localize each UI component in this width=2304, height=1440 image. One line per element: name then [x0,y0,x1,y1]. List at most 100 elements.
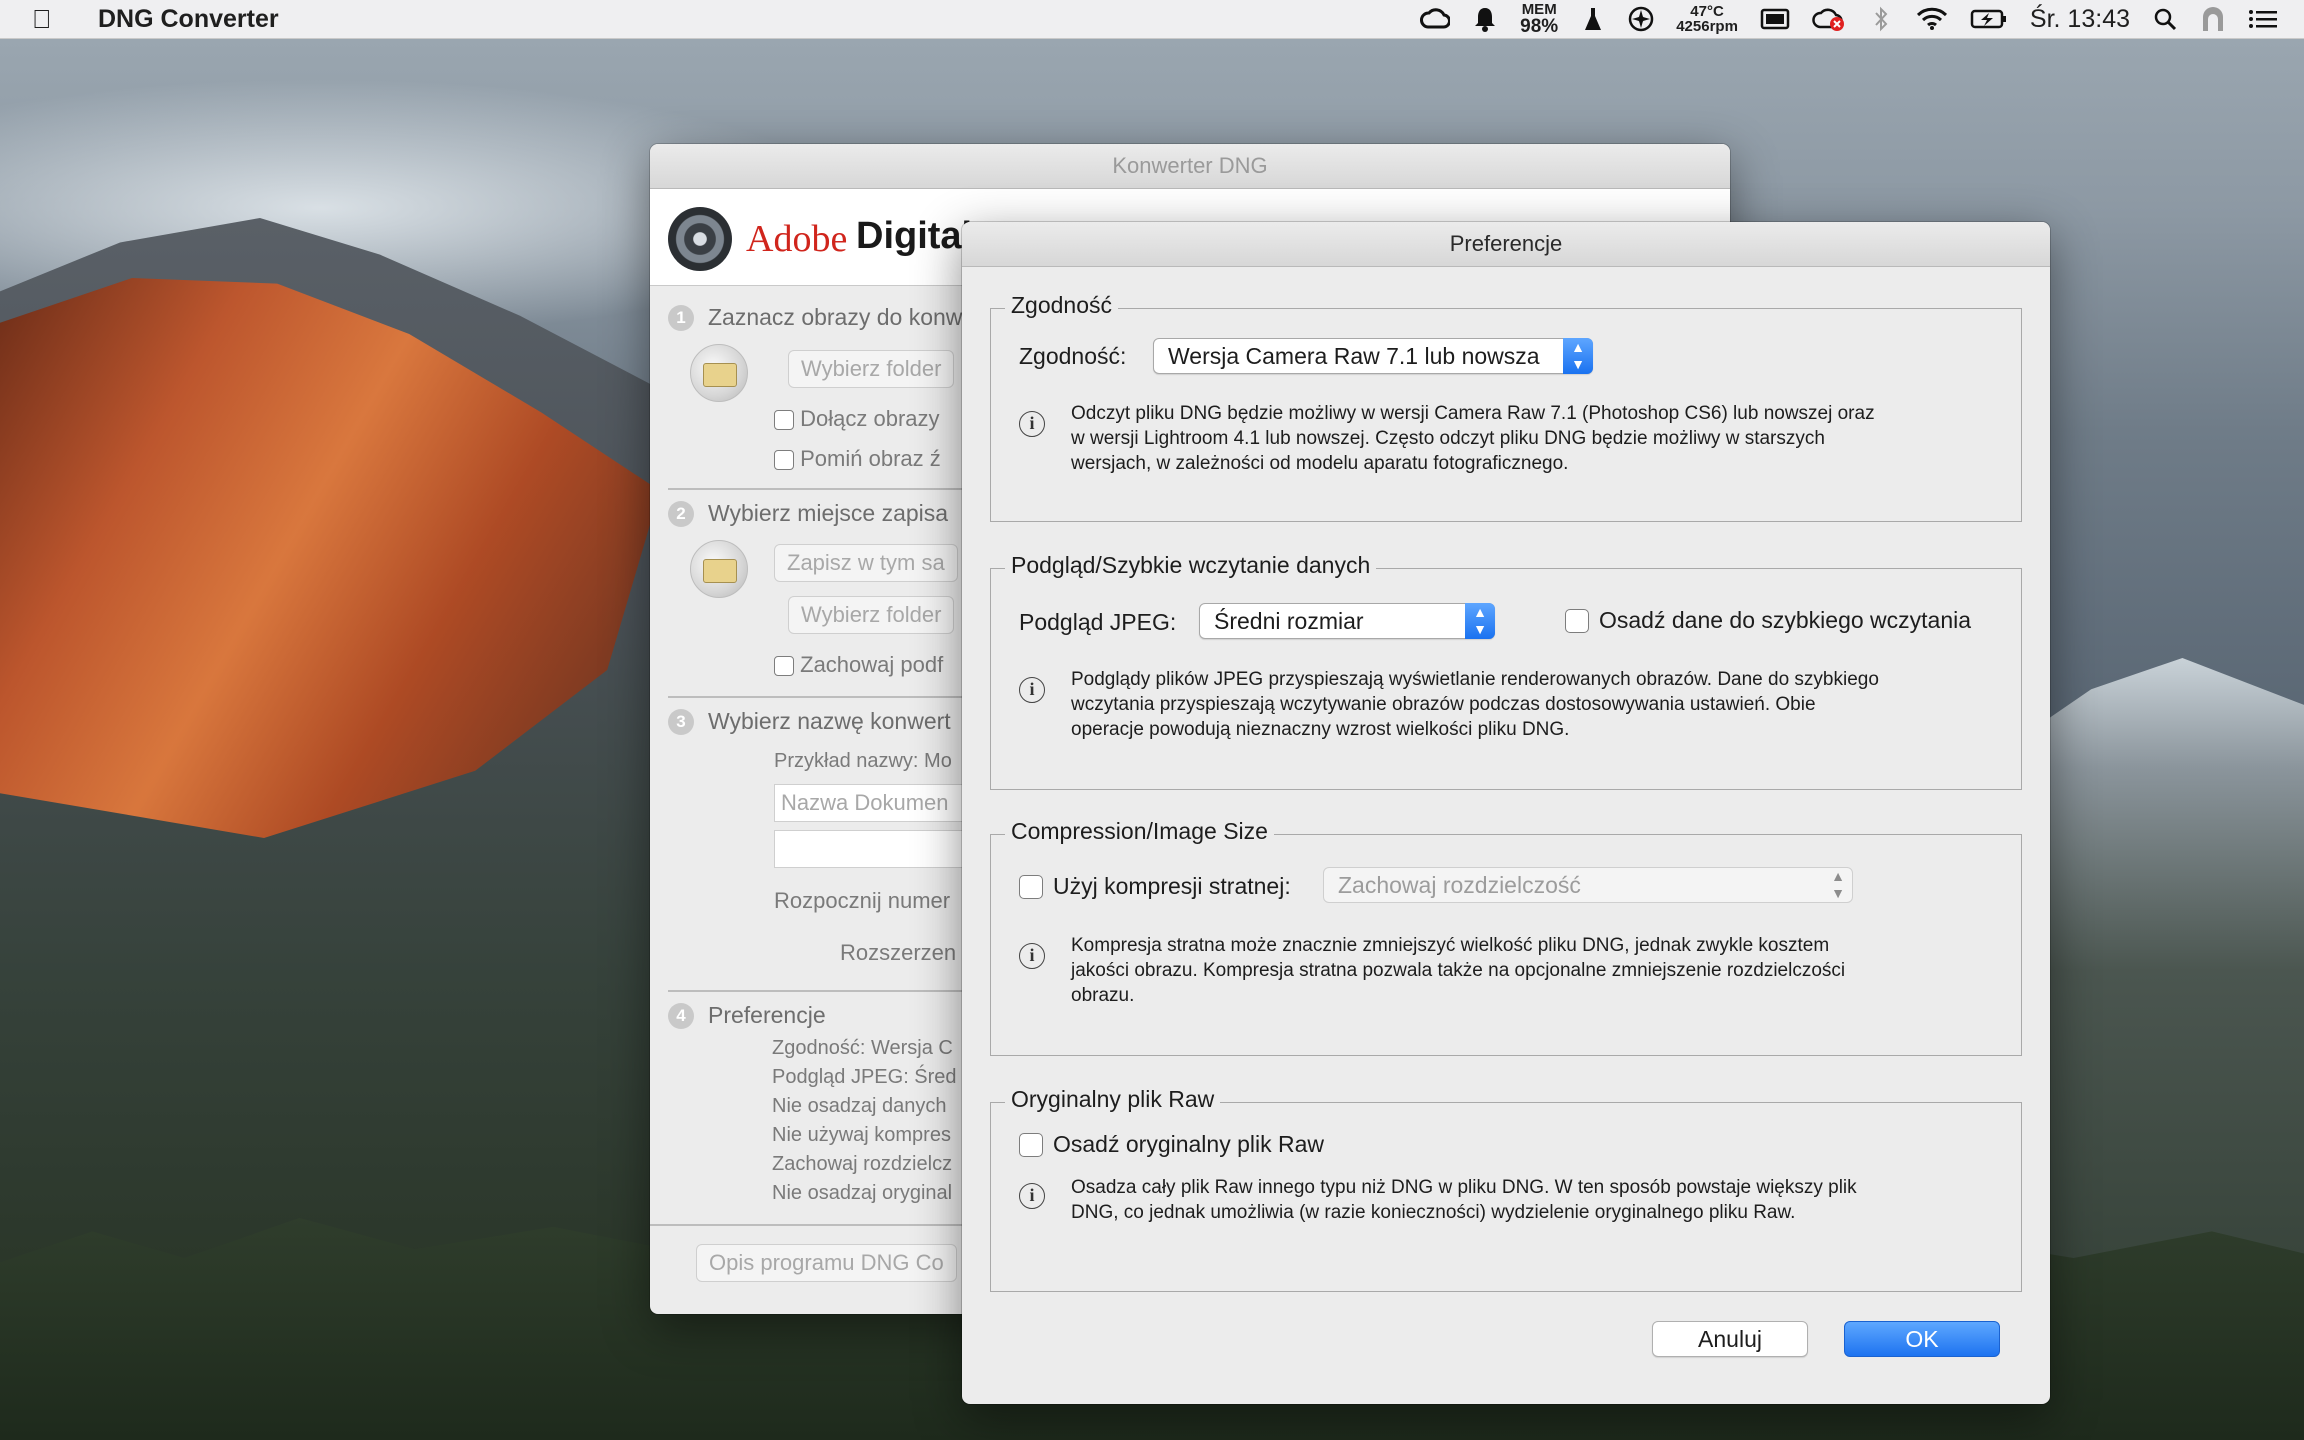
include-images-checkbox[interactable]: Dołącz obrazy [774,406,940,432]
battery-icon[interactable] [1970,4,2008,34]
folder-icon [690,344,748,402]
name-example: Przykład nazwy: Mo [774,750,952,772]
popup-arrows-icon: ▲ ▼ [1831,868,1845,901]
notification-center-icon[interactable] [2248,4,2278,34]
window-title[interactable]: Konwerter DNG [650,144,1730,189]
wifi-icon[interactable] [1916,4,1948,34]
pref-summary-line: Nie używaj kompres [772,1124,951,1146]
user-account-icon[interactable] [2200,4,2226,34]
group-legend: Zgodność [1005,292,1119,319]
info-icon: i [1019,677,1045,703]
step-1: 1 Zaznacz obrazy do konw [668,304,962,331]
checkbox-label: Osadź oryginalny plik Raw [1053,1131,1325,1157]
jpeg-preview-label: Podgląd JPEG: [1019,609,1177,635]
info-line: wczytania przyspieszają wczytywanie obra… [1071,694,1816,715]
fan-speed-value: 4256rpm [1676,18,1738,35]
step-number: 1 [668,304,694,331]
select-folder-button[interactable]: Wybierz folder [788,350,955,388]
info-line: Podglądy plików JPEG przyspieszają wyświ… [1071,669,1879,690]
compression-info: Kompresja stratna może znacznie zmniejsz… [1071,933,1845,1008]
jpeg-preview-popup[interactable]: Średni rozmiar ▲ ▼ [1199,603,1495,639]
checkbox-box[interactable] [1019,1132,1043,1157]
temperature-value: 47°C [1690,3,1724,20]
compatibility-popup[interactable]: Wersja Camera Raw 7.1 lub nowsza ▲ ▼ [1153,338,1593,374]
popup-arrows-icon: ▲ ▼ [1465,603,1495,639]
folder-icon [690,540,748,598]
status-items: MEM 98% 47°C 4256rpm Śr. 13:43 [1420,2,2304,36]
keep-subfolders-checkbox[interactable]: Zachowaj podf [774,652,943,678]
banner-adobe-text: Adobe [746,218,848,260]
info-line: wersjach, w zależności od modelu aparatu… [1071,453,1569,474]
creative-cloud-icon[interactable] [1420,4,1451,34]
popup-value: Średni rozmiar [1214,608,1364,634]
notification-bell-icon[interactable] [1472,4,1498,34]
info-icon: i [1019,1183,1045,1209]
popup-arrows-icon: ▲ ▼ [1563,338,1593,374]
popup-value: Zachowaj rozdzielczość [1338,872,1581,898]
ok-button[interactable]: OK [1844,1321,2000,1357]
info-line: obrazu. [1071,985,1135,1006]
about-dng-converter-button[interactable]: Opis programu DNG Co [696,1244,957,1282]
step-number: 4 [668,1002,694,1029]
info-line: Osadza cały plik Raw innego typu niż DNG… [1071,1177,1857,1198]
dialog-title[interactable]: Preferencje [962,222,2050,267]
compatibility-group: Zgodność Zgodność: Wersja Camera Raw 7.1… [990,292,2022,522]
memory-value: 98% [1520,16,1559,37]
info-line: DNG, co jednak umożliwia (w razie koniec… [1071,1202,1796,1223]
select-folder-button[interactable]: Wybierz folder [788,596,955,634]
info-icon: i [1019,411,1045,437]
lossy-compression-checkbox[interactable]: Użyj kompresji stratnej: [1019,873,1291,900]
popup-value: Wersja Camera Raw 7.1 lub nowsza [1168,343,1540,369]
start-numbering-label: Rozpocznij numer [774,888,951,913]
menu-bar:  DNG Converter MEM 98% 47°C 4256rpm [0,0,2304,39]
info-icon: i [1019,943,1045,969]
compatibility-info: Odczyt pliku DNG będzie możliwy w wersji… [1071,401,1875,476]
bluetooth-icon[interactable] [1868,4,1894,34]
group-legend: Compression/Image Size [1005,818,1274,845]
spotlight-search-icon[interactable] [2152,4,2178,34]
info-line: Odczyt pliku DNG będzie możliwy w wersji… [1071,403,1875,424]
checkbox-box[interactable] [774,656,794,677]
fan-icon[interactable] [1628,4,1654,34]
flask-icon[interactable] [1580,4,1606,34]
step-2: 2 Wybierz miejsce zapisa [668,500,948,527]
banner-digital-text: Digital [856,215,973,257]
checkbox-label: Zachowaj podf [800,652,944,677]
app-menu[interactable]: DNG Converter [98,5,279,34]
compatibility-label: Zgodność: [1019,343,1127,369]
temperature-monitor[interactable]: 47°C 4256rpm [1676,4,1738,34]
checkbox-box[interactable] [1019,874,1043,899]
original-raw-group: Oryginalny plik Raw Osadź oryginalny pli… [990,1086,2022,1292]
cloud-sync-off-icon[interactable] [1812,4,1846,34]
group-legend: Podgląd/Szybkie wczytanie danych [1005,552,1377,579]
step-label: Wybierz nazwę konwert [708,708,951,734]
checkbox-box[interactable] [1565,608,1589,633]
extension-label: Rozszerzen [840,940,957,965]
checkbox-box[interactable] [774,450,794,471]
memory-label: MEM [1521,1,1557,18]
memory-monitor[interactable]: MEM 98% [1520,2,1558,36]
save-location-popup[interactable]: Zapisz w tym sa [774,544,958,582]
compression-group: Compression/Image Size Użyj kompresji st… [990,818,2022,1056]
skip-image-checkbox[interactable]: Pomiń obraz ź [774,446,941,472]
apple-menu-icon[interactable]:  [32,4,78,35]
info-line: Kompresja stratna może znacznie zmniejsz… [1071,935,1830,956]
dng-logo-icon [668,207,732,271]
step-number: 3 [668,708,694,735]
step-label: Wybierz miejsce zapisa [708,500,949,526]
checkbox-box[interactable] [774,410,794,431]
preferences-dialog: Preferencje Zgodność Zgodność: Wersja Ca… [962,222,2050,1404]
menubar-clock[interactable]: Śr. 13:43 [2030,5,2130,34]
pref-summary-line: Zgodność: Wersja C [772,1037,953,1059]
checkbox-label: Dołącz obrazy [800,406,940,431]
display-icon[interactable] [1760,4,1790,34]
resolution-popup[interactable]: Zachowaj rozdzielczość ▲ ▼ [1323,867,1853,903]
pref-summary-line: Nie osadzaj danych [772,1095,947,1117]
cancel-button[interactable]: Anuluj [1652,1321,1808,1357]
embed-original-raw-checkbox[interactable]: Osadź oryginalny plik Raw [1019,1131,1324,1158]
checkbox-label: Osadź dane do szybkiego wczytania [1599,607,1972,633]
embed-fast-load-checkbox[interactable]: Osadź dane do szybkiego wczytania [1565,607,1971,634]
step-label: Zaznacz obrazy do konw [708,304,963,330]
pref-summary-line: Podgląd JPEG: Śred [772,1066,957,1088]
info-line: w wersji Lightroom 4.1 lub nowszej. Częs… [1071,428,1825,449]
